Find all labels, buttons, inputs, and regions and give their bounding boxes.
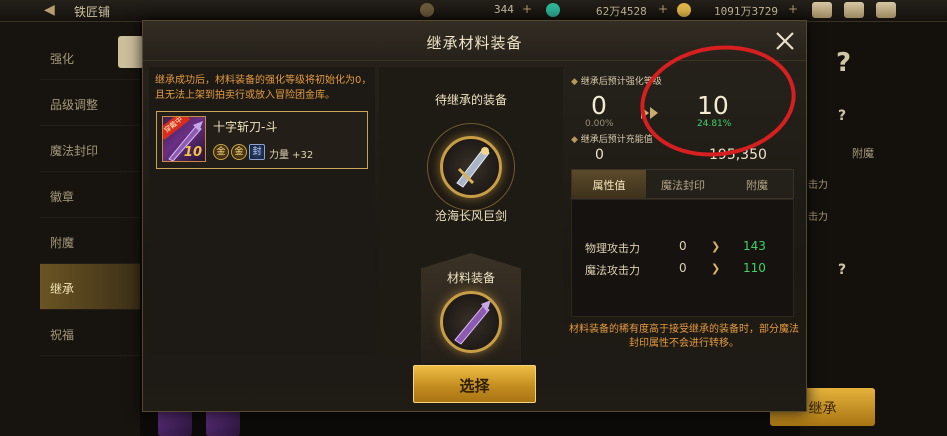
tab-enchant[interactable]: 附魔 [720,170,794,198]
sidebar-item-badge[interactable]: 徽章 [40,172,140,218]
item-enhance-level: 10 [183,145,202,160]
seal-badge-icon: 封 [249,144,265,160]
sidebar-item-enchant[interactable]: 附魔 [40,218,140,264]
back-arrow-icon[interactable]: ◀ [44,2,55,18]
currency-value-1: 344 [494,3,514,16]
sidebar-item-label: 继承 [50,282,75,296]
sidebar-item-label: 魔法封印 [50,144,99,158]
material-slot-label: 材料装备 [446,271,495,285]
background-stat-label: 击力 [808,180,828,191]
sidebar-item-label: 强化 [50,52,75,66]
inherit-slots-panel: 待继承的装备 沧海长风巨剑 材料装备 [379,67,563,363]
stat-after-magic: 110 [743,261,766,275]
tab-attributes[interactable]: 属性值 [572,170,646,198]
sidebar-item-grade[interactable]: 品级调整 [40,80,140,126]
notice-icon[interactable] [844,2,864,18]
greatsword-icon [456,147,490,188]
top-bar: ◀ 铁匠铺 344 + 62万4528 + 1091万3729 + [0,0,947,22]
fill-result-header: ◆ 继承后预计充能值 [571,132,653,145]
currency-value-2: 62万4528 [596,5,647,18]
bullet-icon: ◆ [571,77,581,87]
add-currency-2-button[interactable]: + [658,2,668,16]
sword-icon [454,300,491,345]
gold-coin-icon [677,3,691,17]
stat-label-physical: 物理攻击力 [585,242,640,255]
gem-currency-icon [546,3,560,17]
enhance-level-before: 0 [591,91,607,120]
fill-value-before: 0 [595,147,604,163]
sidebar-item-inherit[interactable]: 继承 [40,264,140,310]
target-slot-label: 待继承的装备 [434,93,507,107]
sidebar-item-label: 附魔 [50,236,75,250]
currency-value-3: 1091万3729 [714,5,778,18]
gold-badge-icon: 金 [213,144,229,160]
background-item-thumb [206,410,240,436]
material-item-card[interactable]: 穿戴中 10 十字斩刀-斗 金 金 封 力量 +32 [156,111,368,169]
gold-badge-icon: 金 [231,144,247,160]
shop-title: 铁匠铺 [74,5,111,19]
background-tab-enchant: 附魔 [852,147,874,160]
fill-header-text: 继承后预计充能值 [580,135,653,145]
background-tile [118,36,144,68]
chevron-right-icon: ❯ [711,262,721,275]
stat-before-magic: 0 [679,261,687,275]
select-button[interactable]: 选择 [413,365,536,403]
chevron-right-icon: ❯ [711,240,721,253]
sword-icon: 穿戴中 10 [162,116,206,162]
unknown-slot-icon: ? [836,48,852,78]
mail-icon[interactable] [812,2,832,18]
enhance-rate-before: 0.00% [585,119,614,129]
sidebar-item-label: 祝福 [50,328,75,342]
seal-transfer-warning: 材料装备的稀有度高于接受继承的装备时，部分魔法封印属性不会进行转移。 [569,324,799,349]
inherit-notice: 继承成功后，材料装备的强化等级将初始化为0，且无法上架到拍卖行或放入冒险团金库。 [155,75,372,101]
sidebar-item-label: 品级调整 [50,98,99,112]
sidebar: 强化 品级调整 魔法封印 徽章 附魔 继承 祝福 [0,22,140,436]
item-name: 十字斩刀-斗 [213,120,278,134]
stat-after-physical: 143 [743,239,766,253]
unknown-slot-icon: ? [838,262,847,278]
sidebar-item-label: 徽章 [50,190,75,204]
moon-currency-icon [420,3,434,17]
stat-comparison-box: 物理攻击力 0 ❯ 143 魔法攻击力 0 ❯ 110 [571,199,794,317]
chat-icon[interactable] [876,2,896,18]
background-item-thumb [158,410,192,436]
unknown-slot-icon: ? [838,108,847,124]
stat-label-magic: 魔法攻击力 [585,264,640,277]
sidebar-item-blessing[interactable]: 祝福 [40,310,140,356]
tab-magic-seal[interactable]: 魔法封印 [646,170,720,198]
result-tabs: 属性值 魔法封印 附魔 [571,169,794,199]
material-equipment-slot[interactable] [440,291,502,353]
bullet-icon: ◆ [571,135,581,145]
sidebar-item-seal[interactable]: 魔法封印 [40,126,140,172]
target-equipment-slot[interactable] [440,136,502,198]
add-currency-1-button[interactable]: + [522,2,532,16]
background-right-panel [800,22,947,436]
close-icon[interactable] [773,29,797,53]
add-currency-3-button[interactable]: + [788,2,798,16]
target-item-name: 沧海长风巨剑 [434,209,507,223]
item-stat: 力量 +32 [269,150,314,161]
background-stat-label: 击力 [808,212,828,223]
stat-before-physical: 0 [679,239,687,253]
material-list-panel: 继承成功后，材料装备的强化等级将初始化为0，且无法上架到拍卖行或放入冒险团金库。… [149,67,375,355]
